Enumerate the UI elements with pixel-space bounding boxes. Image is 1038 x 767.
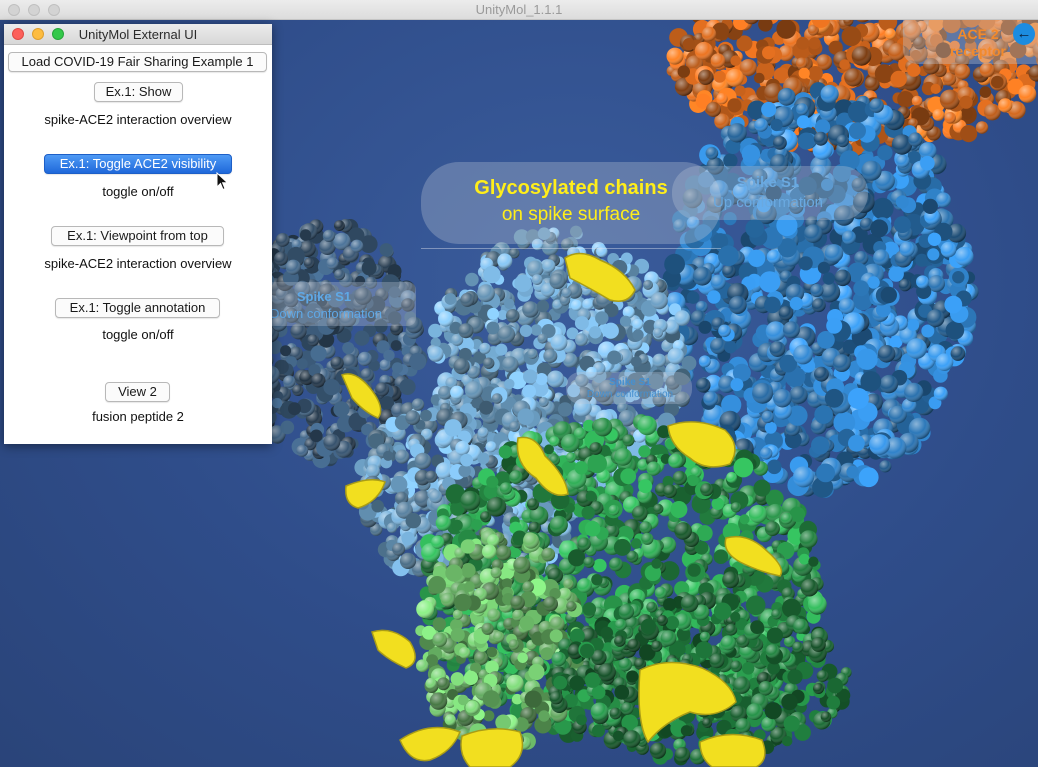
arrow-left-icon[interactable]: ← [1013, 23, 1035, 45]
viewpoint-from-top-button[interactable]: Ex.1: Viewpoint from top [51, 226, 224, 246]
viewpoint-caption: spike-ACE2 interaction overview [44, 256, 232, 271]
view-2-button[interactable]: View 2 [105, 382, 170, 402]
mouse-pointer-icon [216, 172, 229, 191]
view-2-caption: fusion peptide 2 [92, 409, 184, 424]
external-ui-title: UnityMol External UI [78, 27, 198, 42]
ace2-sublabel: receptor [949, 43, 1007, 59]
spike-down-left-sublabel: Down conformation [270, 306, 382, 321]
ex1-show-button[interactable]: Ex.1: Show [94, 82, 183, 102]
glyco-sublabel: on spike surface [501, 204, 641, 225]
main-window-titlebar[interactable]: UnityMol_1.1.1 [0, 0, 1038, 20]
show-caption: spike-ACE2 interaction overview [44, 112, 232, 127]
glyco-label: Glycosylated chains [474, 177, 668, 199]
external-ui-titlebar[interactable]: UnityMol External UI [4, 24, 272, 45]
toggle-annotation-caption: toggle on/off [102, 327, 174, 342]
toggle-ace2-visibility-button[interactable]: Ex.1: Toggle ACE2 visibility [44, 154, 232, 174]
load-example-button[interactable]: Load COVID-19 Fair Sharing Example 1 [8, 52, 267, 72]
main-window-title: UnityMol_1.1.1 [475, 2, 563, 17]
spike-down-center-sublabel: Down conformation [586, 389, 674, 400]
glyco-annotation-leader-line [421, 248, 721, 249]
toggle-annotation-button[interactable]: Ex.1: Toggle annotation [55, 298, 220, 318]
spike-down-center-label: Spike S1 [609, 377, 651, 388]
toggle-ace2-caption: toggle on/off [102, 184, 174, 199]
external-ui-window: UnityMol External UI Load COVID-19 Fair … [4, 24, 272, 444]
spike-down-left-label: Spike S1 [296, 289, 352, 304]
